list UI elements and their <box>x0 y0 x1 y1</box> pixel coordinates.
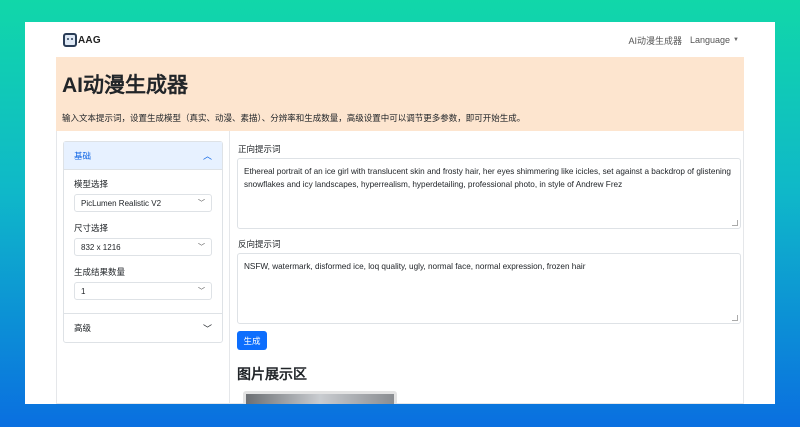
positive-prompt-label: 正向提示词 <box>238 144 281 154</box>
chevron-down-icon: ﹀ <box>198 244 205 251</box>
accordion-basic-header[interactable]: 基础 ︿ <box>64 142 222 170</box>
chevron-down-icon: ﹀ <box>202 323 212 334</box>
negative-prompt-textarea[interactable]: NSFW, watermark, disformed ice, loq qual… <box>237 253 741 324</box>
chevron-down-icon: ﹀ <box>198 200 205 207</box>
language-label: Language <box>690 35 731 45</box>
page-title: AI动漫生成器 <box>62 74 188 97</box>
generate-button[interactable]: 生成 <box>237 331 267 350</box>
negative-prompt-text: NSFW, watermark, disformed ice, loq qual… <box>244 262 586 271</box>
positive-prompt-text: Ethereal portrait of an ice girl with tr… <box>244 167 731 189</box>
navbar: AAG AI动漫生成器 Language ▼ <box>25 22 775 58</box>
hero-banner: AI动漫生成器 输入文本提示词，设置生成模型（真实、动漫、素描）、分辨率和生成数… <box>56 57 744 131</box>
prompt-panel: 正向提示词 Ethereal portrait of an ice girl w… <box>231 131 745 404</box>
accordion-advanced-header[interactable]: 高级 ﹀ <box>64 314 222 342</box>
settings-sidebar: 基础 ︿ 模型选择 PicLumen Realistic V2 ﹀ 尺寸选择 8… <box>57 131 230 404</box>
chevron-up-icon: ︿ <box>202 151 212 161</box>
brand-name: AAG <box>78 34 101 46</box>
size-select[interactable]: 832 x 1216 ﹀ <box>74 238 212 256</box>
model-select[interactable]: PicLumen Realistic V2 ﹀ <box>74 194 212 212</box>
negative-prompt-label: 反向提示词 <box>238 239 281 249</box>
model-select-value: PicLumen Realistic V2 <box>81 198 162 208</box>
language-dropdown[interactable]: Language ▼ <box>690 35 739 45</box>
chevron-down-icon: ﹀ <box>198 288 205 295</box>
generated-image-thumbnail[interactable] <box>243 391 397 404</box>
model-label: 模型选择 <box>74 179 109 189</box>
nav-links: AI动漫生成器 Language ▼ <box>628 34 739 47</box>
size-select-value: 832 x 1216 <box>81 242 121 252</box>
resize-handle-icon[interactable] <box>732 220 738 226</box>
accordion-basic-label: 基础 <box>74 150 92 161</box>
gallery-title: 图片展示区 <box>237 366 307 382</box>
resize-handle-icon[interactable] <box>732 315 738 321</box>
page-description: 输入文本提示词，设置生成模型（真实、动漫、素描）、分辨率和生成数量，高级设置中可… <box>62 113 526 123</box>
content-area: 基础 ︿ 模型选择 PicLumen Realistic V2 ﹀ 尺寸选择 8… <box>56 131 744 404</box>
size-label: 尺寸选择 <box>74 223 109 233</box>
brand-logo[interactable]: AAG <box>63 33 101 47</box>
accordion-advanced-label: 高级 <box>74 323 92 333</box>
accordion-basic-body: 模型选择 PicLumen Realistic V2 ﹀ 尺寸选择 832 x … <box>64 170 222 314</box>
count-select[interactable]: 1 ﹀ <box>74 282 212 300</box>
robot-face-icon <box>63 33 77 47</box>
caret-down-icon: ▼ <box>733 37 739 43</box>
count-label: 生成结果数量 <box>74 267 126 277</box>
settings-accordion: 基础 ︿ 模型选择 PicLumen Realistic V2 ﹀ 尺寸选择 8… <box>63 141 223 343</box>
app-window: AAG AI动漫生成器 Language ▼ AI动漫生成器 输入文本提示词，设… <box>25 22 775 404</box>
count-select-value: 1 <box>81 286 86 296</box>
positive-prompt-textarea[interactable]: Ethereal portrait of an ice girl with tr… <box>237 158 741 229</box>
nav-app-link[interactable]: AI动漫生成器 <box>628 34 682 47</box>
